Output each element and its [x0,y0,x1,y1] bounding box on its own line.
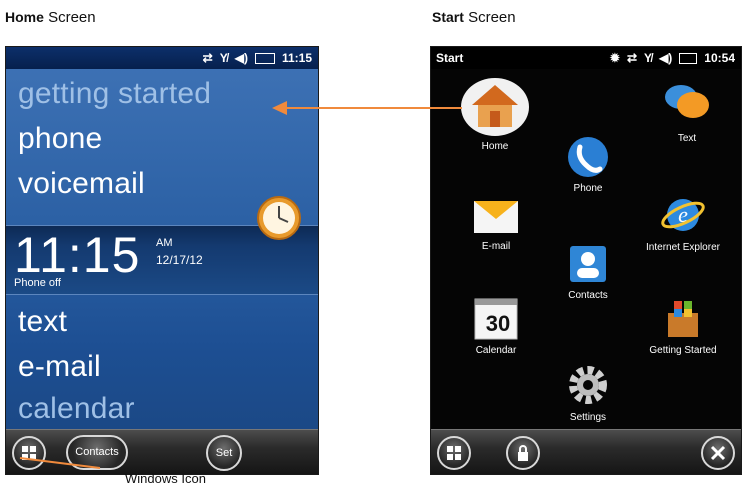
tile-getting-started[interactable]: Getting Started [639,297,727,356]
calendar-day: 30 [485,311,511,336]
settings-gear-icon [569,366,607,404]
close-button[interactable] [701,436,735,470]
lock-button[interactable] [506,436,540,470]
start-screen-caption: Start Screen [432,9,516,26]
start-softkey-bar [431,429,741,474]
set-softkey[interactable]: Set [206,435,242,471]
tile-settings[interactable]: Settings [544,362,632,423]
home-icon [461,78,529,136]
home-screen: ⇄ Y̸ ◀) 11:15 getting started phone voic… [5,46,319,475]
tile-internet-explorer[interactable]: e Internet Explorer [639,192,727,253]
clock-ampm: AM [156,237,173,249]
text-message-icon [665,85,709,118]
signal-off-icon[interactable]: Y̸ [644,51,652,65]
connectivity-icon[interactable]: ⇄ [203,51,213,65]
speaker-icon[interactable]: ◀) [659,51,672,65]
internet-explorer-icon: e [661,199,705,231]
tile-home[interactable]: Home [451,77,539,152]
windows-start-button[interactable] [12,436,46,470]
home-softkey-bar: Contacts Set [6,429,318,474]
start-screen: Start ✹ ⇄ Y̸ ◀) 10:54 Home Text Phone E-… [430,46,742,475]
status-time[interactable]: 10:54 [704,51,735,65]
menu-item-email[interactable]: e-mail [18,350,101,384]
close-icon [710,445,726,461]
tile-email[interactable]: E-mail [452,197,540,252]
tile-contacts[interactable]: Contacts [544,242,632,301]
email-icon [474,201,518,233]
menu-item-text[interactable]: text [18,305,67,339]
sun-icon[interactable]: ✹ [610,51,620,65]
windows-icon-label: Windows Icon [125,471,206,486]
tile-phone[interactable]: Phone [544,135,632,194]
start-title: Start [436,51,464,65]
start-status-bar: Start ✹ ⇄ Y̸ ◀) 10:54 [431,47,741,69]
windows-icon [22,446,36,460]
menu-item-phone[interactable]: phone [18,122,102,156]
tile-text[interactable]: Text [643,77,731,144]
phone-icon [568,137,608,177]
menu-item-calendar[interactable]: calendar [18,392,135,426]
menu-item-voicemail[interactable]: voicemail [18,167,145,201]
speaker-icon[interactable]: ◀) [235,51,248,65]
signal-off-icon[interactable]: Y̸ [220,51,228,65]
home-screen-caption: Home Screen [5,9,96,26]
lock-icon [518,445,528,461]
alarm-clock-icon[interactable] [256,195,302,241]
clock-date: 12/17/12 [156,253,203,267]
windows-icon [447,446,461,460]
getting-started-icon [668,301,698,337]
battery-icon[interactable] [254,52,275,64]
status-time[interactable]: 11:15 [282,51,312,65]
svg-text:e: e [678,202,688,227]
menu-item-getting-started[interactable]: getting started [18,77,211,111]
battery-charging-icon[interactable] [679,52,698,64]
clock-time: 11:15 [14,227,141,283]
contacts-softkey[interactable]: Contacts [66,435,128,470]
windows-start-button[interactable] [437,436,471,470]
contacts-icon [570,246,606,282]
phone-status: Phone off [14,277,61,289]
home-status-bar: ⇄ Y̸ ◀) 11:15 [6,47,318,69]
connectivity-icon[interactable]: ⇄ [627,51,637,65]
